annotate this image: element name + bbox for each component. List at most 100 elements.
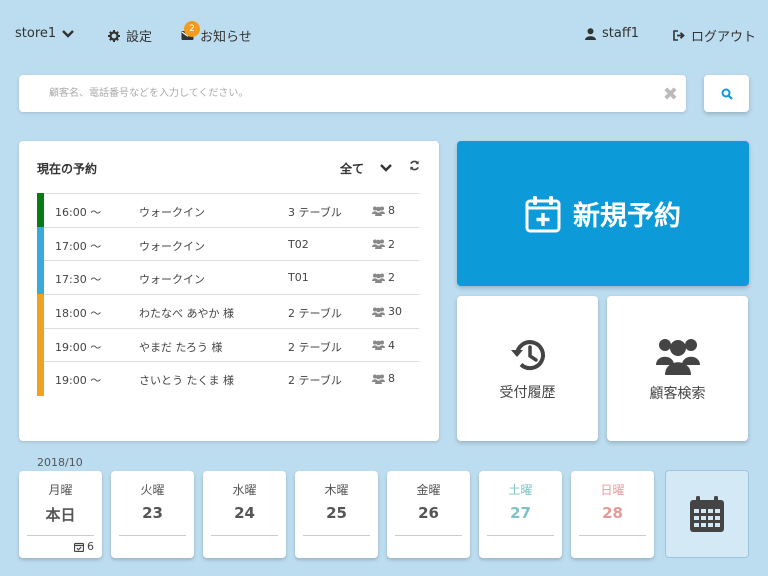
reservation-time: 17:30 〜 xyxy=(55,273,102,287)
reception-history-label: 受付履歴 xyxy=(499,384,556,401)
guest-count: 2 xyxy=(372,271,395,284)
logout-button[interactable]: ログアウト xyxy=(673,26,756,45)
day-card[interactable]: 火曜 23 xyxy=(111,471,194,558)
date-label: 28 xyxy=(602,504,623,522)
reservation-time: 17:00 〜 xyxy=(55,239,102,253)
weekday-label: 月曜 xyxy=(48,483,73,497)
filter-label: 全て xyxy=(340,162,365,176)
guest-count-value: 8 xyxy=(388,204,395,217)
reservation-row[interactable]: 17:00 〜 ウォークイン T02 2 xyxy=(37,226,419,262)
search-button[interactable] xyxy=(704,75,749,112)
settings-label: 設定 xyxy=(126,30,153,45)
customer-name: やまだ たろう 様 xyxy=(139,340,223,354)
history-icon xyxy=(510,339,545,370)
user-menu[interactable]: staff1 xyxy=(585,26,639,41)
new-reservation-label: 新規予約 xyxy=(573,201,681,232)
date-label: 24 xyxy=(234,504,255,522)
day-card[interactable]: 水曜 24 xyxy=(203,471,286,558)
new-reservation-button[interactable]: 新規予約 xyxy=(457,141,749,286)
current-reservations-panel: 現在の予約 全て 16:00 〜ウォークイン 3 テーブル 8 17:00 〜ウォーク… xyxy=(19,141,439,441)
chevron-down-icon xyxy=(62,29,75,38)
store-selector[interactable]: store1 xyxy=(15,26,75,41)
search-input[interactable] xyxy=(49,75,669,112)
status-color-bar xyxy=(37,361,44,397)
guest-count-value: 2 xyxy=(388,271,395,285)
users-icon xyxy=(372,340,385,351)
divider xyxy=(579,535,646,536)
refresh-icon[interactable] xyxy=(409,160,420,171)
users-icon xyxy=(372,307,385,317)
users-icon xyxy=(372,374,385,384)
notifications-label: お知らせ xyxy=(200,30,252,45)
guest-count: 4 xyxy=(372,339,395,352)
reservation-list: 16:00 〜ウォークイン 3 テーブル 8 17:00 〜ウォークイン T02 2 17:… xyxy=(37,193,419,397)
store-name: store1 xyxy=(15,26,57,41)
calendar-plus-icon xyxy=(525,195,561,232)
date-label: 本日 xyxy=(45,506,76,524)
reservation-time: 18:00 〜 xyxy=(55,307,102,321)
guest-count: 8 xyxy=(372,372,395,385)
reservation-row[interactable]: 19:00 〜 やまだ たろう 様 2 テーブル 4 xyxy=(37,327,419,363)
customer-name: ウォークイン xyxy=(139,273,205,287)
search-box: ✖ xyxy=(19,75,686,112)
guest-count-value: 8 xyxy=(388,372,395,386)
table-name: T02 xyxy=(288,237,309,251)
status-color-bar xyxy=(37,294,44,329)
reception-history-button[interactable]: 受付履歴 xyxy=(457,296,598,441)
status-color-bar xyxy=(37,327,44,363)
customer-search-label: 顧客検索 xyxy=(649,385,706,402)
reservation-row[interactable]: 18:00 〜 わたなべ あやか 様 2 テーブル 30 xyxy=(37,294,419,329)
user-icon xyxy=(585,27,596,40)
reservation-time: 16:00 〜 xyxy=(55,206,102,219)
date-label: 26 xyxy=(418,504,439,522)
date-label: 27 xyxy=(510,504,531,522)
reservation-time: 19:00 〜 xyxy=(55,340,102,354)
day-card[interactable]: 土曜 27 xyxy=(479,471,562,558)
user-name: staff1 xyxy=(602,26,640,41)
reservation-count: 6 xyxy=(74,540,94,553)
calendar-check-icon xyxy=(74,542,84,552)
divider xyxy=(119,535,186,536)
weekday-label: 水曜 xyxy=(232,483,257,497)
weekday-label: 土曜 xyxy=(508,483,533,497)
reservation-row[interactable]: 16:00 〜 ウォークイン 3 テーブル 8 xyxy=(37,193,419,228)
chevron-down-icon xyxy=(380,164,392,172)
weekday-label: 木曜 xyxy=(324,483,349,497)
guest-count-value: 4 xyxy=(388,338,395,352)
divider xyxy=(27,535,94,536)
divider xyxy=(395,535,462,536)
reservation-count-value: 6 xyxy=(87,540,94,553)
guest-count: 8 xyxy=(372,204,395,217)
filter-dropdown[interactable]: 全て xyxy=(340,160,392,177)
weekday-label: 日曜 xyxy=(600,483,625,497)
weekday-label: 火曜 xyxy=(140,483,165,497)
logout-label: ログアウト xyxy=(691,30,757,45)
guest-count-value: 30 xyxy=(388,305,402,319)
month-label: 2018/10 xyxy=(37,456,83,469)
day-card[interactable]: 木曜 25 xyxy=(295,471,378,558)
status-color-bar xyxy=(37,193,44,228)
day-card[interactable]: 日曜 28 xyxy=(571,471,654,558)
calendar-icon xyxy=(690,496,724,532)
sign-out-icon xyxy=(673,30,685,41)
search-icon xyxy=(721,88,733,100)
customer-name: さいとう たくま 様 xyxy=(139,374,234,388)
users-icon xyxy=(655,338,700,375)
date-label: 23 xyxy=(142,504,163,522)
customer-search-button[interactable]: 顧客検索 xyxy=(607,296,748,441)
customer-name: ウォークイン xyxy=(139,206,205,219)
table-name: 2 テーブル xyxy=(288,374,342,388)
reservation-row[interactable]: 19:00 〜 さいとう たくま 様 2 テーブル 8 xyxy=(37,361,419,397)
clear-icon[interactable]: ✖ xyxy=(663,84,678,105)
calendar-button[interactable] xyxy=(665,470,749,558)
customer-name: わたなべ あやか 様 xyxy=(139,307,234,321)
reservation-row[interactable]: 17:30 〜 ウォークイン T01 2 xyxy=(37,260,419,296)
notification-badge: 2 xyxy=(184,21,200,37)
top-bar: store1 設定 お知らせ 2 staff1 ログアウト xyxy=(0,0,768,68)
divider xyxy=(211,535,278,536)
settings-link[interactable]: 設定 xyxy=(108,26,152,45)
day-card[interactable]: 金曜 26 xyxy=(387,471,470,558)
panel-title: 現在の予約 xyxy=(37,162,98,176)
day-card[interactable]: 月曜本日 6 xyxy=(19,471,102,558)
guest-count-value: 2 xyxy=(388,237,395,251)
